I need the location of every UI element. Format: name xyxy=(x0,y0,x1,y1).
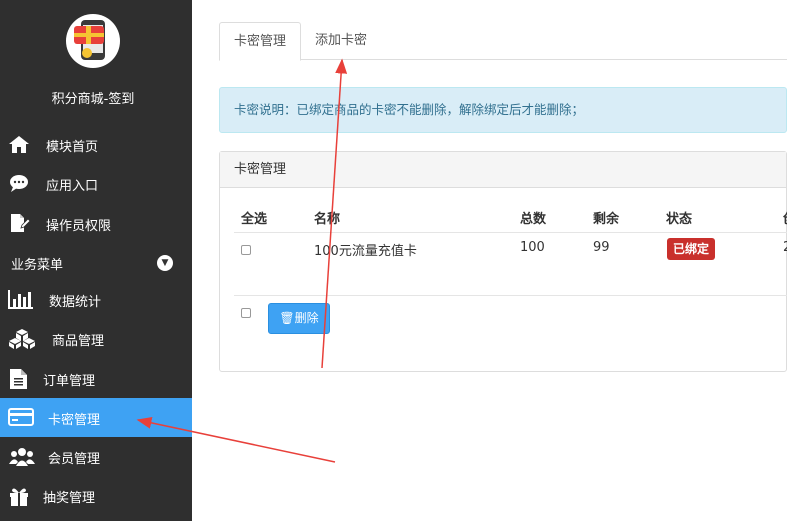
status-badge: 已绑定 xyxy=(667,238,716,260)
column-header-name: 名称 xyxy=(314,212,341,227)
card-remaining: 99 xyxy=(593,240,610,255)
sidebar: 积分商城-签到 模块首页 应用入口 操作员权限 业务菜单 ▼ 数据统计 商品管理… xyxy=(0,0,192,521)
delete-button[interactable]: 🗑删除 xyxy=(268,303,330,334)
header-divider xyxy=(234,232,787,233)
column-header-select-all[interactable]: 全选 xyxy=(241,208,267,227)
select-all-checkbox-bottom[interactable] xyxy=(241,308,251,318)
section-label-business-menu: 业务菜单 xyxy=(11,258,64,273)
sidebar-item-label: 抽奖管理 xyxy=(43,491,96,506)
home-icon xyxy=(9,136,29,153)
sidebar-item-lottery-management[interactable]: 抽奖管理 xyxy=(0,476,192,515)
sidebar-item-label: 操作员权限 xyxy=(46,219,112,234)
gift-icon xyxy=(10,488,28,506)
sidebar-item-app-entry[interactable]: 应用入口 xyxy=(0,164,192,203)
sidebar-item-member-management[interactable]: 会员管理 xyxy=(0,437,192,476)
bar-chart-icon xyxy=(8,290,33,309)
users-icon xyxy=(9,448,35,466)
sidebar-item-label: 模块首页 xyxy=(46,140,99,155)
sidebar-item-product-management[interactable]: 商品管理 xyxy=(0,319,192,358)
sidebar-item-label: 商品管理 xyxy=(52,334,105,349)
column-header-total: 总数 xyxy=(520,212,547,227)
file-text-icon xyxy=(10,369,27,389)
sidebar-item-label: 订单管理 xyxy=(43,374,96,389)
column-header-created: 创 xyxy=(783,208,787,227)
tab-add-card[interactable]: 添加卡密 xyxy=(301,22,381,60)
card-management-panel: 卡密管理 全选 名称 总数 剩余 状态 创 100元流量充值卡 100 99 已… xyxy=(219,151,787,372)
column-header-status: 状态 xyxy=(666,212,693,227)
row-checkbox[interactable] xyxy=(241,245,251,255)
tab-card-management[interactable]: 卡密管理 xyxy=(219,22,302,61)
chevron-down-icon[interactable]: ▼ xyxy=(157,255,173,271)
panel-title: 卡密管理 xyxy=(220,152,786,188)
sidebar-item-label: 应用入口 xyxy=(46,179,99,194)
card-created: 2 xyxy=(783,240,787,255)
chat-bubble-icon xyxy=(10,175,28,192)
document-edit-icon xyxy=(11,214,30,232)
app-title: 积分商城-签到 xyxy=(51,92,135,107)
card-total: 100 xyxy=(520,240,545,255)
column-header-remaining: 剩余 xyxy=(593,212,620,227)
cubes-icon xyxy=(9,329,35,349)
sidebar-item-module-home[interactable]: 模块首页 xyxy=(0,125,192,164)
sidebar-item-order-management[interactable]: 订单管理 xyxy=(0,359,192,398)
sidebar-item-label: 数据统计 xyxy=(49,295,102,310)
sidebar-item-label: 会员管理 xyxy=(48,452,101,467)
tab-bar: 卡密管理 添加卡密 xyxy=(219,22,787,61)
sidebar-item-operator-permissions[interactable]: 操作员权限 xyxy=(0,204,192,243)
app-logo xyxy=(66,14,120,68)
sidebar-item-card-management[interactable]: 卡密管理 xyxy=(0,398,192,437)
row-divider xyxy=(234,295,787,296)
sidebar-item-data-stats[interactable]: 数据统计 xyxy=(0,280,192,319)
trash-icon: 🗑 xyxy=(279,311,295,325)
delete-label: 删除 xyxy=(294,311,319,325)
credit-card-icon xyxy=(8,408,34,426)
sidebar-item-label: 卡密管理 xyxy=(48,413,101,428)
info-alert: 卡密说明：已绑定商品的卡密不能删除，解除绑定后才能删除； xyxy=(219,87,787,133)
card-name: 100元流量充值卡 xyxy=(314,244,417,259)
